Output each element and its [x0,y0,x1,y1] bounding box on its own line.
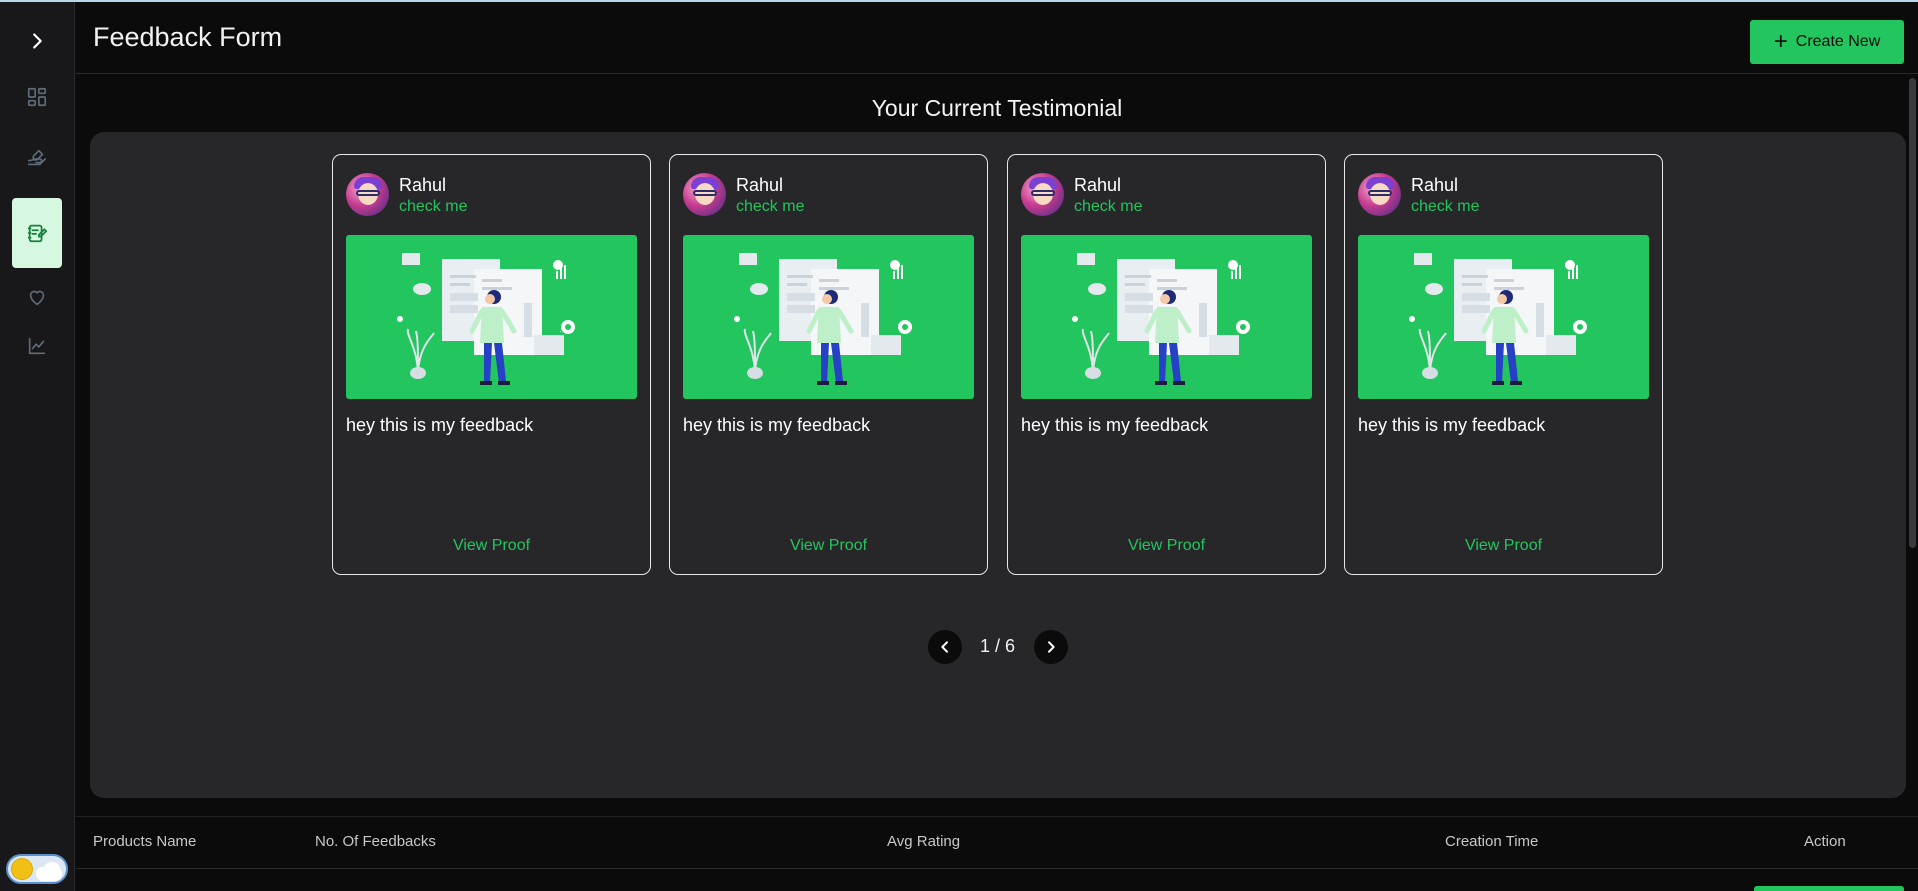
pagination-indicator: 1 / 6 [980,636,1016,656]
testimonial-card: Rahul check me hey this is my feedback V… [1007,154,1326,575]
sidebar [0,2,75,891]
chevron-right-icon [1048,641,1055,653]
column-header-avg-rating[interactable]: Avg Rating [887,833,960,850]
edit-note-icon [27,224,48,243]
card-author-name: Rahul [399,175,447,195]
chart-line-icon [28,337,46,355]
chevron-left-icon [941,641,948,653]
avatar [683,173,726,216]
row-action-button[interactable] [1754,886,1904,891]
card-author-name: Rahul [736,175,784,195]
hand-pen-icon [27,149,47,166]
card-illustration [1021,235,1312,399]
avatar [346,173,389,216]
testimonial-card: Rahul check me hey this is my feedback V… [1344,154,1663,575]
sun-icon [12,859,32,879]
section-title: Your Current Testimonial [871,95,1123,121]
chevron-right-icon [33,33,42,49]
theme-toggle[interactable] [6,854,68,884]
sidebar-item-feedback-forms[interactable] [12,198,62,268]
card-illustration [683,235,974,399]
card-tagline: check me [399,198,468,215]
next-page-button[interactable] [1034,630,1068,664]
dashboard-person-illustration-icon [1072,253,1250,385]
card-illustration [1358,235,1649,399]
card-feedback-text: hey this is my feedback [683,415,871,435]
column-header-action: Action [1804,833,1846,850]
create-new-button[interactable]: + Create New [1750,20,1904,64]
view-proof-link[interactable]: View Proof [333,537,650,555]
sidebar-expand-button[interactable] [12,18,62,64]
scrollbar-thumb[interactable] [1909,78,1916,548]
testimonial-card: Rahul check me hey this is my feedback V… [332,154,651,575]
dashboard-person-illustration-icon [1409,253,1587,385]
sidebar-item-favorites[interactable] [12,274,62,320]
testimonial-card: Rahul check me hey this is my feedback V… [669,154,988,575]
sidebar-item-integrations[interactable] [12,135,62,181]
dashboard-person-illustration-icon [734,253,912,385]
products-table-header: Products Name No. Of Feedbacks Avg Ratin… [76,816,1918,869]
heart-icon [29,290,45,306]
dashboard-person-illustration-icon [397,253,575,385]
avatar [1358,173,1401,216]
previous-page-button[interactable] [928,630,962,664]
card-feedback-text: hey this is my feedback [1358,415,1546,435]
column-header-creation-time[interactable]: Creation Time [1445,833,1538,850]
card-tagline: check me [1411,198,1480,215]
cloud-icon [36,867,62,881]
sidebar-item-analytics[interactable] [12,323,62,369]
plus-icon: + [1773,28,1788,55]
card-feedback-text: hey this is my feedback [346,415,534,435]
grid-icon [27,87,47,107]
top-header: Feedback Form + Create New [76,2,1918,74]
page-title: Feedback Form [93,22,283,52]
view-proof-link[interactable]: View Proof [1345,537,1662,555]
view-proof-link[interactable]: View Proof [670,537,987,555]
create-new-label: Create New [1795,33,1881,50]
view-proof-link[interactable]: View Proof [1008,537,1325,555]
card-tagline: check me [736,198,805,215]
column-header-products-name[interactable]: Products Name [93,833,196,850]
avatar [1021,173,1064,216]
card-illustration [346,235,637,399]
card-feedback-text: hey this is my feedback [1021,415,1209,435]
card-tagline: check me [1074,198,1143,215]
card-author-name: Rahul [1074,175,1122,195]
column-header-feedback-count[interactable]: No. Of Feedbacks [315,833,436,850]
sidebar-item-dashboard[interactable] [12,74,62,120]
card-author-name: Rahul [1411,175,1459,195]
